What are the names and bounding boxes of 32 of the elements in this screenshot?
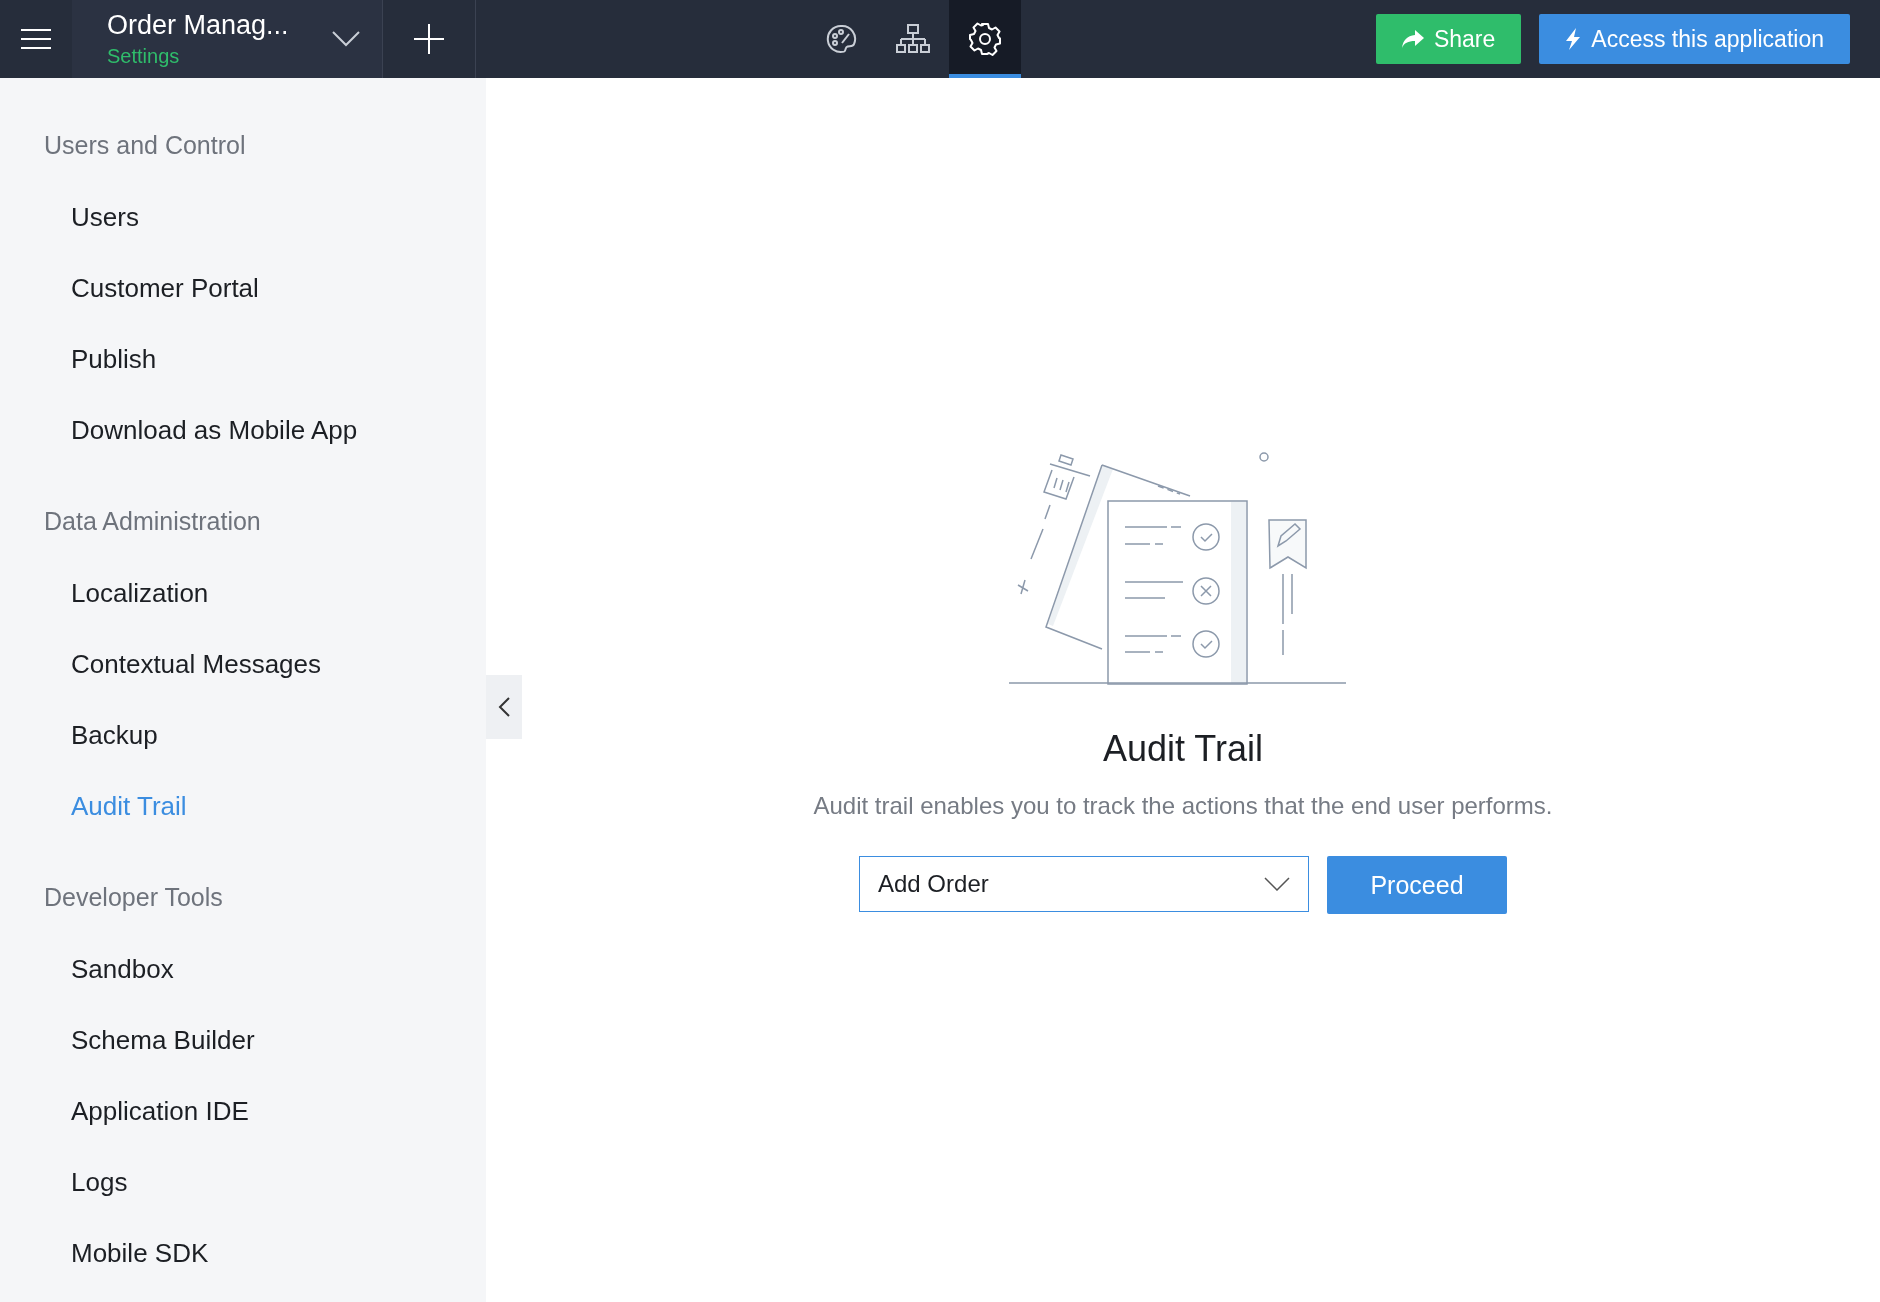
collapse-sidebar-button[interactable] xyxy=(486,675,522,739)
plus-icon xyxy=(414,24,444,54)
sidebar-item[interactable]: Schema Builder xyxy=(71,1025,255,1055)
page-title: Audit Trail xyxy=(1102,728,1264,770)
page-description: Audit trail enables you to track the actions that the end user performs. xyxy=(813,792,1553,820)
palette-icon xyxy=(824,23,857,55)
sidebar-item[interactable]: Mobile SDK xyxy=(71,1238,209,1268)
chevron-down-icon xyxy=(1264,877,1290,891)
lightning-icon xyxy=(1565,28,1582,50)
sidebar-item[interactable]: Customer Portal xyxy=(71,273,259,303)
toolbar-tab[interactable] xyxy=(948,0,1021,78)
chevron-left-icon xyxy=(498,697,510,717)
settings-icon xyxy=(967,22,1002,56)
sidebar-item[interactable]: Logs xyxy=(71,1167,128,1197)
hierarchy-icon xyxy=(895,23,930,55)
menu-icon xyxy=(21,28,51,50)
sidebar-item[interactable]: Users xyxy=(71,202,139,232)
sidebar-item[interactable]: Backup xyxy=(71,720,158,750)
form-dropdown[interactable]: Add Order xyxy=(859,856,1309,912)
app-subtitle: Settings xyxy=(107,45,181,68)
sidebar-item[interactable]: Download as Mobile App xyxy=(71,415,358,445)
sidebar-section-heading: Developer Tools xyxy=(43,882,224,913)
sidebar-item[interactable]: Application IDE xyxy=(71,1096,249,1126)
sidebar-item[interactable]: Sandbox xyxy=(71,954,174,984)
sidebar-item[interactable]: Contextual Messages xyxy=(71,649,322,679)
app-name[interactable]: Order Manag... xyxy=(107,10,332,41)
sidebar-section-heading: Data Administration xyxy=(43,506,262,537)
sidebar-item[interactable]: Localization xyxy=(71,578,209,608)
sidebar-item[interactable]: Publish xyxy=(71,344,157,374)
sidebar-section-heading: Users and Control xyxy=(43,130,247,161)
chevron-down-icon[interactable] xyxy=(332,31,360,47)
share-arrow-icon xyxy=(1401,30,1424,48)
